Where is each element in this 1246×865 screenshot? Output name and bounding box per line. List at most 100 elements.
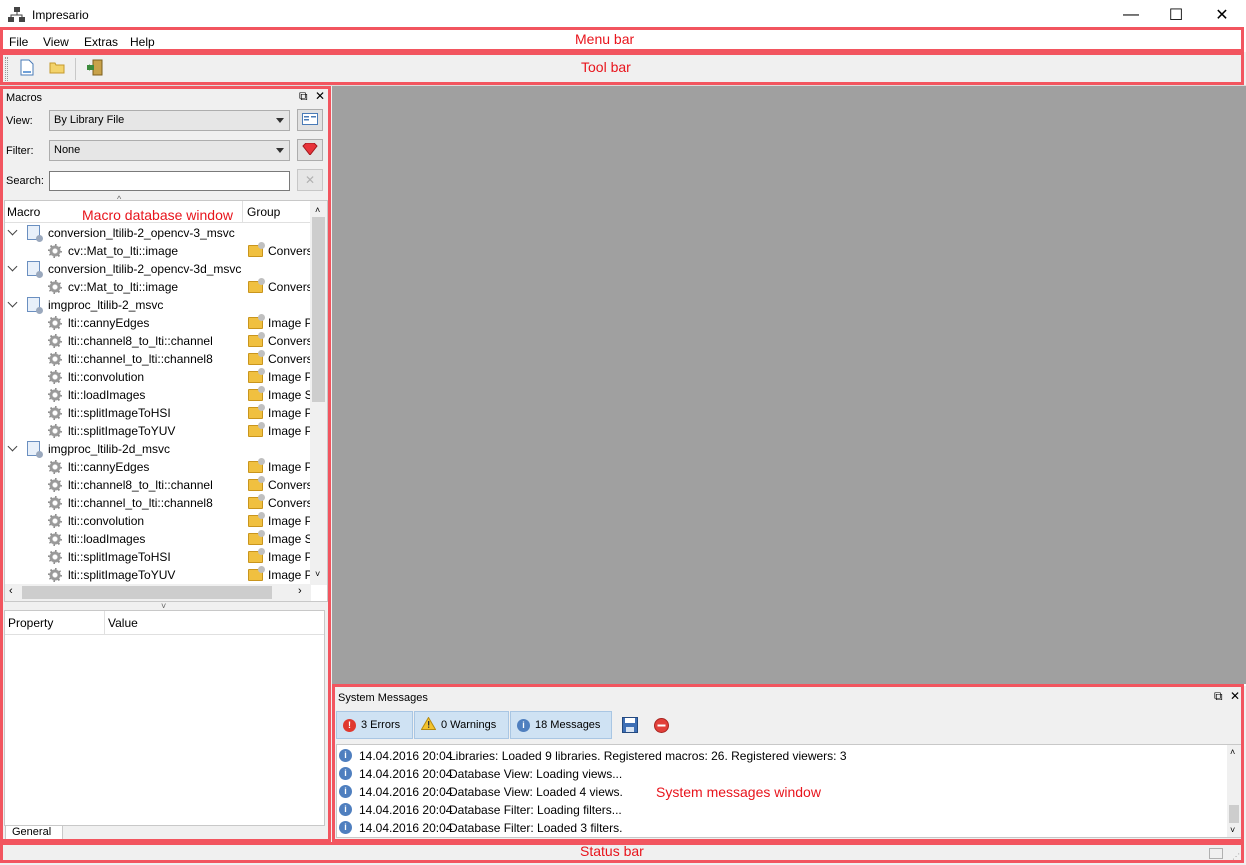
- toolbar-grip[interactable]: [5, 57, 8, 81]
- sysmsg-close-button[interactable]: ✕: [1230, 689, 1240, 703]
- gear-icon: [48, 550, 62, 564]
- info-icon: i: [339, 749, 352, 762]
- macro-row[interactable]: lti::splitImageToYUV Image P: [5, 566, 313, 584]
- macro-row[interactable]: lti::convolution Image P: [5, 368, 313, 386]
- scroll-up-icon[interactable]: ˄: [315, 205, 320, 215]
- macro-row[interactable]: lti::splitImageToHSI Image P: [5, 404, 313, 422]
- macro-group: Convers: [268, 244, 313, 258]
- save-log-button[interactable]: [622, 717, 638, 736]
- gear-icon: [48, 388, 62, 402]
- macro-row[interactable]: cv::Mat_to_lti::image Convers: [5, 242, 313, 260]
- macro-group: Image P: [268, 316, 313, 330]
- scroll-up-icon[interactable]: ˄: [1230, 747, 1235, 757]
- macro-row[interactable]: lti::channel_to_lti::channel8 Convers: [5, 494, 313, 512]
- search-input[interactable]: [49, 171, 290, 191]
- view-settings-button[interactable]: [297, 109, 323, 131]
- annotation-tool-bar: Tool bar: [581, 59, 631, 75]
- macro-row[interactable]: lti::loadImages Image So: [5, 530, 319, 548]
- macro-group: Convers: [268, 334, 313, 348]
- scroll-thumb[interactable]: [1229, 805, 1239, 823]
- message-text: Database View: Loaded 4 views.: [449, 785, 623, 799]
- tab-warnings[interactable]: 0 Warnings: [414, 711, 509, 739]
- menu-view[interactable]: View: [43, 35, 69, 49]
- group-folder-icon: [248, 404, 265, 419]
- clear-log-button[interactable]: [654, 718, 669, 736]
- close-button[interactable]: ✕: [1199, 0, 1245, 30]
- hscroll-thumb[interactable]: [22, 586, 272, 599]
- scroll-right-icon[interactable]: ›: [298, 585, 302, 597]
- warnings-tab-label: 0 Warnings: [441, 719, 497, 731]
- scroll-thumb[interactable]: [312, 217, 325, 402]
- library-row[interactable]: conversion_ltilib-2_opencv-3d_msvc: [5, 260, 311, 278]
- col-divider: [104, 611, 105, 635]
- chevron-down-icon[interactable]: [7, 297, 18, 308]
- clear-search-button[interactable]: ✕: [297, 169, 323, 191]
- folder-icon: [49, 61, 65, 77]
- macro-tree[interactable]: Macro Group conversion_ltilib-2_opencv-3…: [4, 200, 328, 602]
- scroll-down-icon[interactable]: ˅: [315, 569, 320, 579]
- macro-group: Convers: [268, 280, 313, 294]
- tree-vertical-scrollbar[interactable]: ˄ ˅: [310, 201, 327, 585]
- macros-float-button[interactable]: ⧉: [299, 89, 308, 104]
- maximize-button[interactable]: ☐: [1153, 0, 1199, 30]
- macro-row[interactable]: lti::loadImages Image So: [5, 386, 319, 404]
- macro-row[interactable]: lti::channel8_to_lti::channel Convers: [5, 476, 313, 494]
- filter-select[interactable]: None: [49, 140, 290, 161]
- info-icon: i: [339, 785, 352, 798]
- macro-row[interactable]: lti::channel8_to_lti::channel Convers: [5, 332, 313, 350]
- col-property[interactable]: Property: [8, 616, 53, 630]
- float-icon: ⧉: [299, 89, 308, 103]
- open-folder-button[interactable]: [46, 58, 68, 80]
- tab-messages[interactable]: i 18 Messages: [510, 711, 612, 739]
- chevron-down-icon[interactable]: [7, 441, 18, 452]
- macro-group: Convers: [268, 352, 313, 366]
- group-folder-icon: [248, 512, 265, 527]
- macro-row[interactable]: lti::cannyEdges Image P: [5, 314, 313, 332]
- tab-errors[interactable]: ! 3 Errors: [336, 711, 413, 739]
- macro-row[interactable]: lti::channel_to_lti::channel8 Convers: [5, 350, 313, 368]
- group-folder-icon: [248, 350, 265, 365]
- minimize-button[interactable]: —: [1108, 0, 1154, 30]
- macros-close-button[interactable]: ✕: [315, 89, 325, 103]
- exit-button[interactable]: [83, 58, 105, 80]
- macro-row[interactable]: lti::splitImageToHSI Image P: [5, 548, 313, 566]
- filter-settings-button[interactable]: [297, 139, 323, 161]
- scroll-left-icon[interactable]: ‹: [9, 585, 13, 597]
- macro-row[interactable]: lti::convolution Image P: [5, 512, 313, 530]
- macro-row[interactable]: cv::Mat_to_lti::image Convers: [5, 278, 313, 296]
- chevron-down-icon[interactable]: [7, 225, 18, 236]
- mdi-workspace[interactable]: [332, 86, 1246, 684]
- menu-help[interactable]: Help: [130, 35, 155, 49]
- resize-grip-icon[interactable]: ⋰: [1232, 852, 1240, 861]
- gear-icon: [48, 514, 62, 528]
- chevron-down-icon[interactable]: [7, 261, 18, 272]
- library-row[interactable]: conversion_ltilib-2_opencv-3_msvc: [5, 224, 311, 242]
- sysmsg-float-button[interactable]: ⧉: [1214, 689, 1223, 704]
- col-group[interactable]: Group: [247, 205, 280, 219]
- scroll-down-icon[interactable]: ˅: [1230, 825, 1235, 835]
- col-value[interactable]: Value: [108, 616, 138, 630]
- system-messages-title: System Messages: [338, 692, 428, 704]
- macro-row[interactable]: lti::splitImageToYUV Image P: [5, 422, 313, 440]
- messages-scrollbar[interactable]: ˄ ˅: [1227, 745, 1241, 837]
- minimize-icon: —: [1123, 6, 1139, 23]
- new-file-button[interactable]: [16, 58, 38, 80]
- tab-general[interactable]: General: [5, 826, 63, 841]
- search-label: Search:: [6, 175, 44, 187]
- macro-row[interactable]: lti::cannyEdges Image P: [5, 458, 313, 476]
- gear-icon: [48, 424, 62, 438]
- library-row[interactable]: imgproc_ltilib-2_msvc: [5, 296, 311, 314]
- menu-extras[interactable]: Extras: [84, 35, 118, 49]
- info-icon: i: [339, 803, 352, 816]
- info-icon: i: [339, 821, 352, 834]
- tree-horizontal-scrollbar[interactable]: ‹ ›: [5, 584, 311, 601]
- properties-table[interactable]: Property Value: [4, 610, 325, 826]
- menu-file[interactable]: File: [9, 35, 28, 49]
- remove-icon: [654, 718, 669, 736]
- warning-icon: [420, 716, 437, 733]
- col-macro[interactable]: Macro: [7, 205, 40, 219]
- col-divider: [242, 201, 243, 223]
- library-row[interactable]: imgproc_ltilib-2d_msvc: [5, 440, 311, 458]
- view-select[interactable]: By Library File: [49, 110, 290, 131]
- annotation-sys-msg: System messages window: [656, 784, 821, 800]
